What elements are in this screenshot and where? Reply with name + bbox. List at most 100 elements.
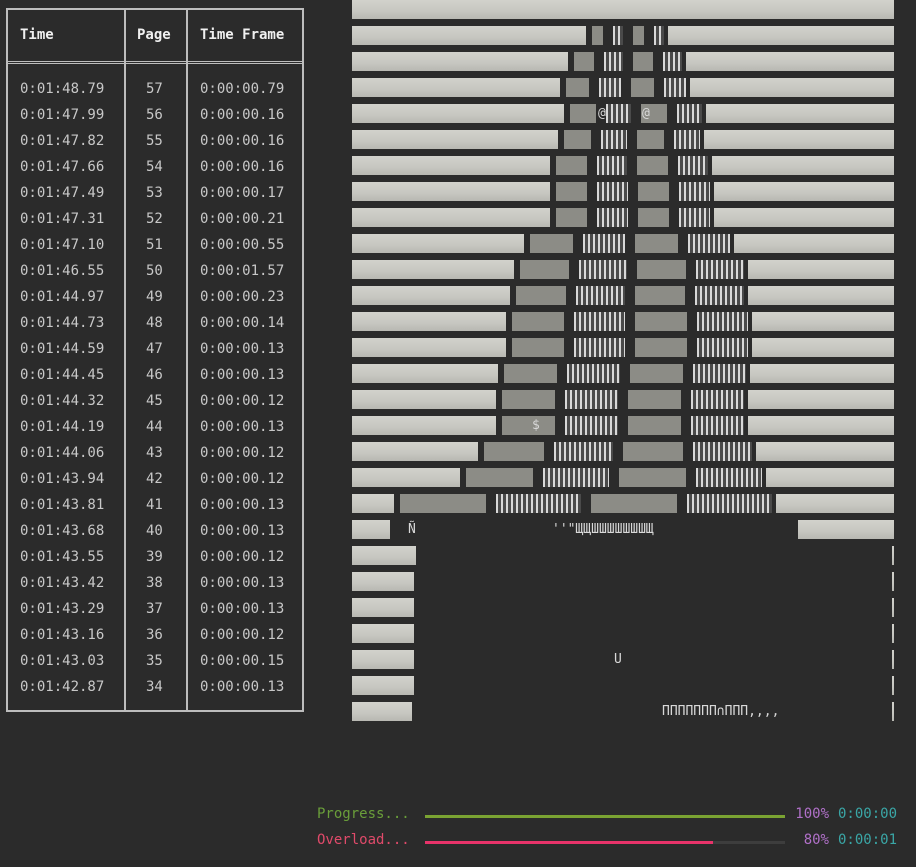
art-block [677,156,708,175]
time-cell: 0:01:43.55 [20,549,105,565]
art-band-right [748,390,894,409]
page-cell: 34 [146,679,163,695]
art-block [578,260,627,279]
art-band-right [704,130,894,149]
art-block [696,338,748,357]
overload-bar-fill [425,841,713,844]
header-time: Time [20,27,54,43]
page-cell: 47 [146,341,163,357]
page-cell: 50 [146,263,163,279]
art-band-right [690,78,894,97]
time-cell: 0:01:48.79 [20,81,105,97]
art-band-left [352,312,506,331]
art-band-left [352,0,894,19]
art-band-right [748,286,894,305]
table-row: 0:01:43.94 42 0:00:00.12 [8,468,302,494]
time-frame-cell: 0:00:00.23 [200,289,285,305]
time-cell: 0:01:44.19 [20,419,105,435]
time-cell: 0:01:43.03 [20,653,105,669]
page-cell: 51 [146,237,163,253]
art-band-right [776,494,894,513]
art-block [484,442,544,461]
art-glyph: Ñ [408,522,416,537]
art-band-left [352,598,414,617]
table-row: 0:01:47.82 55 0:00:00.16 [8,130,302,156]
art-block [631,78,654,97]
art-block [566,78,589,97]
art-block [630,364,683,383]
art-band-left [352,182,550,201]
art-block [542,468,609,487]
art-block [556,156,587,175]
art-band-right [706,104,894,123]
table-row: 0:01:44.59 47 0:00:00.13 [8,338,302,364]
page-cell: 55 [146,133,163,149]
art-block [637,260,686,279]
art-band-right [752,312,894,331]
art-band-left [352,338,506,357]
art-block [695,468,762,487]
art-band-left [352,572,414,591]
art-block [591,494,677,513]
art-band-left [352,104,564,123]
art-band-left [352,260,514,279]
art-block [635,338,687,357]
table-row: 0:01:47.10 51 0:00:00.55 [8,234,302,260]
table-row: 0:01:44.06 43 0:00:00.12 [8,442,302,468]
page-cell: 40 [146,523,163,539]
time-cell: 0:01:47.66 [20,159,105,175]
time-cell: 0:01:44.73 [20,315,105,331]
art-block [692,442,752,461]
page-cell: 35 [146,653,163,669]
time-frame-cell: 0:00:00.14 [200,315,285,331]
art-block [504,364,557,383]
page-cell: 39 [146,549,163,565]
art-block [623,442,683,461]
art-block [603,52,623,71]
art-block [400,494,486,513]
art-block [635,312,687,331]
art-block [565,390,618,409]
progress-bar-fill [425,815,785,818]
time-cell: 0:01:44.97 [20,289,105,305]
art-band-right [712,156,894,175]
art-block [628,390,681,409]
art-band-right [750,364,894,383]
progress-bar [425,815,785,818]
art-block [573,338,625,357]
page-cell: 38 [146,575,163,591]
art-band-left [352,676,414,695]
time-frame-cell: 0:00:00.13 [200,419,285,435]
art-band-right [892,572,894,591]
art-block [575,286,625,305]
art-block [495,494,581,513]
art-block [565,416,618,435]
art-band-left [352,78,560,97]
art-block [612,26,623,45]
art-block [619,468,686,487]
art-band-right [798,520,894,539]
time-frame-cell: 0:00:00.15 [200,653,285,669]
art-block [512,338,564,357]
art-block [687,234,730,253]
art-block [635,234,678,253]
table-row: 0:01:47.66 54 0:00:00.16 [8,156,302,182]
art-block [637,130,664,149]
time-cell: 0:01:43.29 [20,601,105,617]
time-frame-cell: 0:00:00.12 [200,627,285,643]
time-cell: 0:01:44.45 [20,367,105,383]
art-shadow-region [416,572,892,700]
overload-bar [425,841,785,844]
art-block [553,442,613,461]
art-block [512,312,564,331]
art-block [592,26,603,45]
page-cell: 37 [146,601,163,617]
art-band-right [892,676,894,695]
art-block [556,182,587,201]
time-frame-cell: 0:00:00.16 [200,133,285,149]
time-frame-cell: 0:00:00.79 [200,81,285,97]
art-block [466,468,533,487]
art-glyph: @ [642,106,650,121]
time-cell: 0:01:47.49 [20,185,105,201]
art-block [530,234,573,253]
